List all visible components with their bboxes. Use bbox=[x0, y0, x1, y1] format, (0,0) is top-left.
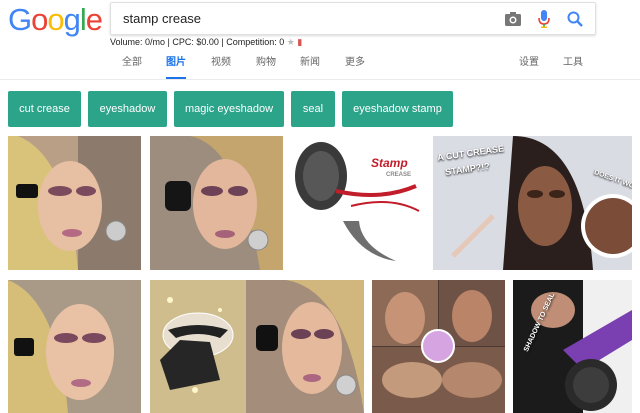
result-image-product-box[interactable]: SHADOW TO SEAL bbox=[513, 280, 632, 413]
result-image-collage[interactable] bbox=[372, 280, 505, 413]
camera-icon[interactable] bbox=[503, 9, 523, 29]
result-image-stamp-closeup[interactable] bbox=[150, 280, 246, 413]
logo-letter: g bbox=[63, 2, 81, 37]
tab-more[interactable]: 更多 bbox=[345, 55, 365, 80]
tab-images[interactable]: 图片 bbox=[166, 55, 186, 80]
search-input[interactable] bbox=[123, 3, 483, 34]
logo-letter: o bbox=[47, 2, 64, 37]
keyword-stats-text: Volume: 0/mo | CPC: $0.00 | Competition:… bbox=[110, 37, 285, 47]
tab-all[interactable]: 全部 bbox=[122, 55, 142, 80]
chip-magic-eyeshadow[interactable]: magic eyeshadow bbox=[174, 91, 284, 127]
result-image-makeup-3[interactable] bbox=[8, 280, 141, 413]
chip-seal[interactable]: seal bbox=[291, 91, 335, 127]
star-icon[interactable]: ★ bbox=[287, 37, 295, 47]
chip-cut-crease[interactable]: cut crease bbox=[8, 91, 81, 127]
chip-eyeshadow-stamp[interactable]: eyeshadow stamp bbox=[342, 91, 453, 127]
microphone-icon[interactable] bbox=[534, 9, 554, 29]
keyword-stats-bar: Volume: 0/mo | CPC: $0.00 | Competition:… bbox=[110, 37, 302, 48]
search-icon[interactable] bbox=[565, 9, 585, 29]
header-divider bbox=[0, 79, 640, 80]
result-image-stamp-product[interactable]: Stamp CREASE bbox=[291, 136, 424, 270]
logo-letter: G bbox=[8, 2, 32, 37]
result-image-makeup-1[interactable] bbox=[8, 136, 141, 270]
tab-tools[interactable]: 工具 bbox=[563, 55, 583, 70]
chip-eyeshadow[interactable]: eyeshadow bbox=[88, 91, 167, 127]
stamp-logo-text: Stamp bbox=[371, 156, 408, 170]
logo-letter: o bbox=[31, 2, 48, 37]
stamp-logo-sub: CREASE bbox=[386, 172, 412, 178]
tab-news[interactable]: 新闻 bbox=[300, 55, 320, 80]
tab-shopping[interactable]: 购物 bbox=[256, 55, 276, 80]
google-logo[interactable]: Google bbox=[8, 2, 103, 38]
search-box bbox=[110, 2, 596, 35]
logo-letter: e bbox=[85, 2, 103, 37]
result-image-youtube-thumbnail[interactable]: A CUT CREASE STAMP?!? DOES IT WO bbox=[433, 136, 632, 270]
tab-videos[interactable]: 视频 bbox=[211, 55, 231, 80]
result-image-makeup-4[interactable] bbox=[246, 280, 364, 413]
tab-settings[interactable]: 设置 bbox=[519, 55, 539, 70]
result-image-makeup-2[interactable] bbox=[150, 136, 283, 270]
database-icon[interactable]: ▮ bbox=[297, 37, 302, 47]
